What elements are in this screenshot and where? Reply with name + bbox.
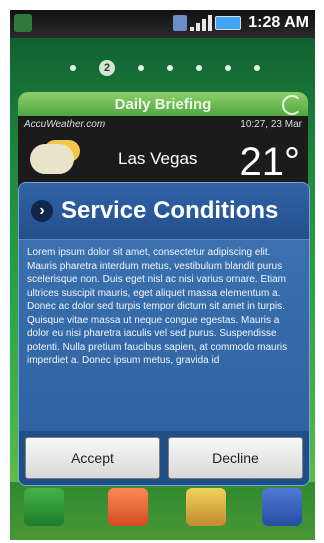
status-time: 1:28 AM (248, 14, 309, 31)
status-icons (173, 15, 241, 31)
widget-header: Daily Briefing (18, 92, 308, 116)
dialog-title: Service Conditions (61, 197, 279, 224)
page-dot[interactable] (254, 65, 260, 71)
weather-city: Las Vegas (118, 149, 198, 168)
widget-meta-row: AccuWeather.com 10:27, 23 Mar (18, 116, 308, 133)
service-conditions-dialog: › Service Conditions Lorem ipsum dolor s… (18, 182, 310, 486)
dialog-button-bar: Accept Decline (19, 431, 309, 485)
chevron-right-icon: › (31, 200, 53, 222)
refresh-icon[interactable] (282, 95, 302, 115)
phone-screen: 1:28 AM 2 Daily Briefing AccuWeather.com… (10, 10, 315, 540)
notification-app-icon (14, 14, 32, 32)
decline-button[interactable]: Decline (168, 437, 303, 479)
weather-provider: AccuWeather.com (24, 119, 106, 130)
dialog-body-text: Lorem ipsum dolor sit amet, consectetur … (27, 247, 288, 366)
widget-title: Daily Briefing (114, 95, 212, 113)
signal-bars-icon (190, 15, 212, 31)
battery-icon (215, 16, 241, 30)
status-bar: 1:28 AM (10, 10, 315, 38)
weather-datetime: 10:27, 23 Mar (240, 119, 302, 130)
page-dot[interactable] (70, 65, 76, 71)
contacts-icon[interactable] (108, 488, 148, 526)
weather-temperature: 21° (239, 140, 301, 184)
phone-icon[interactable] (24, 488, 64, 526)
dialog-header: › Service Conditions (19, 183, 309, 240)
page-dot[interactable] (225, 65, 231, 71)
page-dot[interactable] (196, 65, 202, 71)
messages-icon[interactable] (186, 488, 226, 526)
page-dot[interactable] (167, 65, 173, 71)
home-page-indicator: 2 (70, 60, 260, 76)
sync-icon (173, 15, 187, 31)
page-dot-active[interactable]: 2 (99, 60, 115, 76)
apps-icon[interactable] (262, 488, 302, 526)
partly-cloudy-icon (30, 144, 74, 174)
page-dot[interactable] (138, 65, 144, 71)
accept-button[interactable]: Accept (25, 437, 160, 479)
app-dock (10, 482, 315, 540)
